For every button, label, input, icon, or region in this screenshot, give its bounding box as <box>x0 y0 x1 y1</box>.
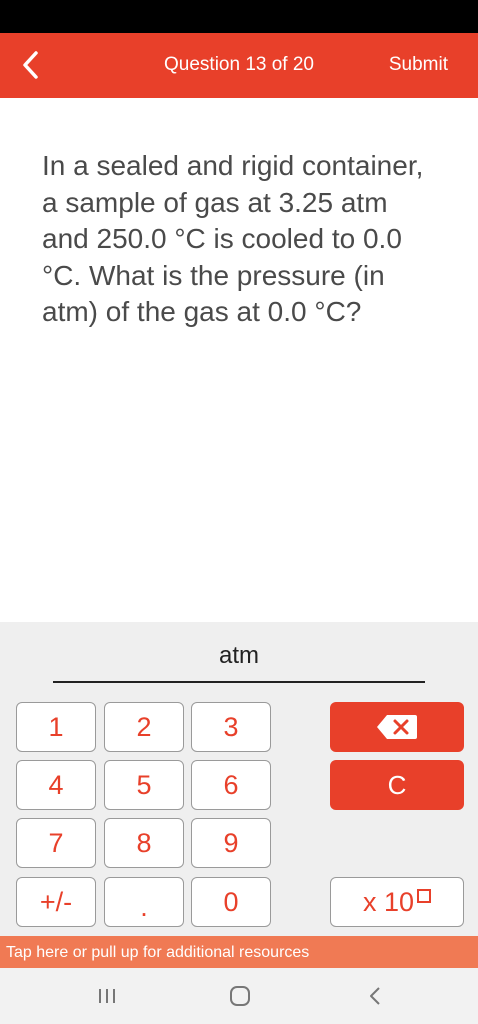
key-4[interactable]: 4 <box>16 760 96 810</box>
exponent-box-icon <box>417 889 432 903</box>
header-bar: Question 13 of 20 Submit <box>0 33 478 98</box>
home-icon <box>230 986 250 1006</box>
key-decimal[interactable]: . <box>104 877 184 927</box>
backspace-icon <box>377 715 417 739</box>
recent-apps-button[interactable] <box>92 982 122 1010</box>
key-9[interactable]: 9 <box>191 818 271 868</box>
back-button[interactable] <box>14 47 50 83</box>
backspace-button[interactable] <box>330 702 464 752</box>
chevron-left-icon <box>23 51 38 79</box>
key-7[interactable]: 7 <box>16 818 96 868</box>
home-button[interactable] <box>225 982 255 1010</box>
answer-input-line[interactable] <box>53 681 425 683</box>
key-3[interactable]: 3 <box>191 702 271 752</box>
recent-apps-icon <box>99 989 115 1003</box>
key-2[interactable]: 2 <box>104 702 184 752</box>
clear-button[interactable]: C <box>330 760 464 810</box>
answer-unit: atm <box>218 642 259 669</box>
status-bar <box>0 0 478 33</box>
key-8[interactable]: 8 <box>104 818 184 868</box>
system-nav-bar <box>0 968 478 1024</box>
key-0[interactable]: 0 <box>191 877 271 927</box>
exponent-button[interactable]: x 10 <box>330 877 464 927</box>
question-text: In a sealed and rigid container, a sampl… <box>42 150 424 327</box>
back-icon <box>370 987 380 1005</box>
key-plus-minus[interactable]: +/- <box>16 877 96 927</box>
system-back-button[interactable] <box>360 982 390 1010</box>
key-6[interactable]: 6 <box>191 760 271 810</box>
key-5[interactable]: 5 <box>104 760 184 810</box>
resources-bar[interactable]: Tap here or pull up for additional resou… <box>0 936 478 968</box>
key-1[interactable]: 1 <box>16 702 96 752</box>
submit-button[interactable]: Submit <box>389 54 448 76</box>
exponent-label: x 10 <box>362 886 415 917</box>
